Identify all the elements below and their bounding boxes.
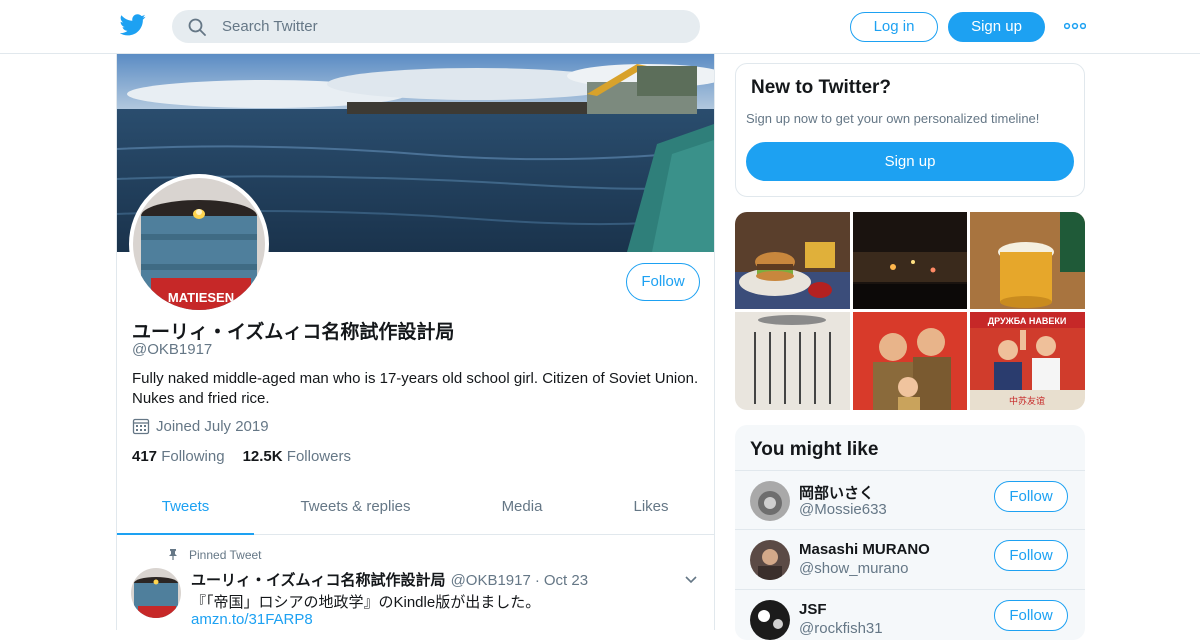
following-count: 417	[132, 448, 158, 465]
profile-name: ユーリィ・イズムィコ名称試作設計局	[132, 322, 455, 343]
joined-text: Joined July 2019	[156, 418, 269, 435]
photo-beer-image	[970, 212, 1085, 309]
tweet-author-avatar[interactable]	[131, 568, 181, 618]
photo-document-image	[735, 312, 850, 410]
photo-burger[interactable]	[735, 212, 850, 309]
profile-joined-date: Joined July 2019	[132, 417, 269, 435]
you-might-like-card: You might like 岡部いさく @Mossie633 Follow M…	[735, 425, 1085, 640]
tweet-date[interactable]: Oct 23	[544, 572, 588, 589]
suggested-user-handle[interactable]: @Mossie633	[799, 501, 887, 518]
suggested-user-row[interactable]: JSF @rockfish31 Follow	[735, 589, 1085, 640]
signup-button[interactable]: Sign up	[948, 12, 1045, 42]
photo-burger-image	[735, 212, 850, 309]
tweet-link[interactable]: amzn.to/31FARP8	[191, 611, 313, 628]
profile-bio: Fully naked middle-aged man who is 17-ye…	[132, 370, 699, 407]
photo-beer[interactable]	[970, 212, 1085, 309]
suggested-user-name[interactable]: 岡部いさく	[799, 482, 874, 503]
search-bar[interactable]	[172, 10, 700, 43]
suggested-user-row[interactable]: Masashi MURANO @show_murano Follow	[735, 529, 1085, 588]
suggested-user-name[interactable]: Masashi MURANO	[799, 541, 930, 558]
search-icon	[188, 18, 206, 36]
new-to-twitter-card: New to Twitter? Sign up now to get your …	[735, 63, 1085, 197]
follow-button[interactable]: Follow	[626, 263, 700, 301]
photo-poster-friendship[interactable]: ДРУЖБА НАВЕКИ 中苏友谊	[970, 312, 1085, 410]
followers-count: 12.5K	[242, 448, 283, 465]
login-button[interactable]: Log in	[850, 12, 938, 42]
more-options-icon[interactable]	[1064, 22, 1086, 30]
search-input[interactable]	[222, 10, 682, 43]
tweet-author-name[interactable]: ユーリィ・イズムィコ名称試作設計局	[191, 572, 446, 589]
photo-poster-soldiers-image	[853, 312, 967, 410]
photo-night-street-image	[853, 212, 967, 309]
suggested-user-avatar-image	[750, 481, 790, 521]
suggested-user-avatar-image	[750, 540, 790, 580]
profile-stats: 417 Following 12.5K Followers	[132, 448, 351, 465]
tweet-author-handle[interactable]: @OKB1917	[451, 572, 531, 589]
pinned-indicator: Pinned Tweet	[167, 548, 262, 562]
calendar-icon	[132, 418, 150, 435]
pin-icon	[169, 549, 177, 560]
tweet-author-line: ユーリィ・イズムィコ名称試作設計局 @OKB1917 · Oct 23	[191, 569, 588, 590]
signup-card-button[interactable]: Sign up	[746, 142, 1074, 181]
tab-likes[interactable]: Likes	[607, 479, 695, 535]
suggested-user-row[interactable]: 岡部いさく @Mossie633 Follow	[735, 470, 1085, 529]
tab-tweets-and-replies[interactable]: Tweets & replies	[277, 479, 434, 535]
poster-banner-text: ДРУЖБА НАВЕКИ	[988, 316, 1067, 326]
followers-label: Followers	[286, 448, 351, 465]
pinned-label: Pinned Tweet	[189, 548, 262, 562]
tweet-text: 『「帝国」ロシアの地政学』のKindle版が出ました。	[191, 594, 541, 611]
suggested-user-name[interactable]: JSF	[799, 601, 827, 618]
suggested-user-follow-button[interactable]: Follow	[994, 600, 1068, 631]
chevron-down-icon[interactable]	[683, 572, 699, 588]
poster-caption-text: 中苏友谊	[1009, 395, 1045, 407]
new-to-twitter-subtitle: Sign up now to get your own personalized…	[746, 111, 1040, 126]
profile-main-column: MATIESEN Follow ユーリィ・イズムィコ名称試作設計局 @OKB19…	[116, 54, 715, 630]
suggested-user-follow-button[interactable]: Follow	[994, 540, 1068, 571]
following-label: Following	[161, 448, 225, 465]
tab-tweets[interactable]: Tweets	[117, 479, 254, 535]
avatar-barrel-text: MATIESEN	[168, 290, 234, 305]
tab-media[interactable]: Media	[467, 479, 577, 535]
avatar-barrel-image: MATIESEN	[133, 178, 265, 310]
suggested-user-avatar[interactable]	[750, 540, 790, 580]
suggested-user-follow-button[interactable]: Follow	[994, 481, 1068, 512]
photo-night-street[interactable]	[853, 212, 967, 309]
pinned-tweet[interactable]: Pinned Tweet ユーリィ・イズムィコ名称試作設計局 @OKB1917 · O…	[117, 536, 714, 630]
profile-handle: @OKB1917	[132, 341, 213, 358]
profile-tabs: Tweets Tweets & replies Media Likes	[117, 479, 714, 535]
new-to-twitter-title: New to Twitter?	[751, 77, 892, 98]
suggested-user-avatar-image	[750, 600, 790, 640]
top-navigation-bar: Log in Sign up	[0, 0, 1200, 54]
tweet-avatar-barrel-image	[131, 568, 181, 618]
following-stat[interactable]: 417 Following	[132, 448, 225, 465]
suggested-user-handle[interactable]: @rockfish31	[799, 620, 883, 637]
profile-avatar[interactable]: MATIESEN	[129, 174, 269, 314]
suggested-user-handle[interactable]: @show_murano	[799, 560, 908, 577]
photo-document[interactable]	[735, 312, 850, 410]
tweet-separator: ·	[534, 572, 540, 589]
you-might-like-title: You might like	[750, 439, 879, 460]
media-photo-grid: ДРУЖБА НАВЕКИ 中苏友谊	[735, 212, 1085, 410]
photo-poster-friendship-image: ДРУЖБА НАВЕКИ 中苏友谊	[970, 312, 1085, 410]
twitter-bird-logo-icon[interactable]	[120, 13, 146, 37]
photo-poster-soldiers[interactable]	[853, 312, 967, 410]
suggested-user-avatar[interactable]	[750, 481, 790, 521]
suggested-user-avatar[interactable]	[750, 600, 790, 640]
followers-stat[interactable]: 12.5K Followers	[243, 448, 351, 465]
